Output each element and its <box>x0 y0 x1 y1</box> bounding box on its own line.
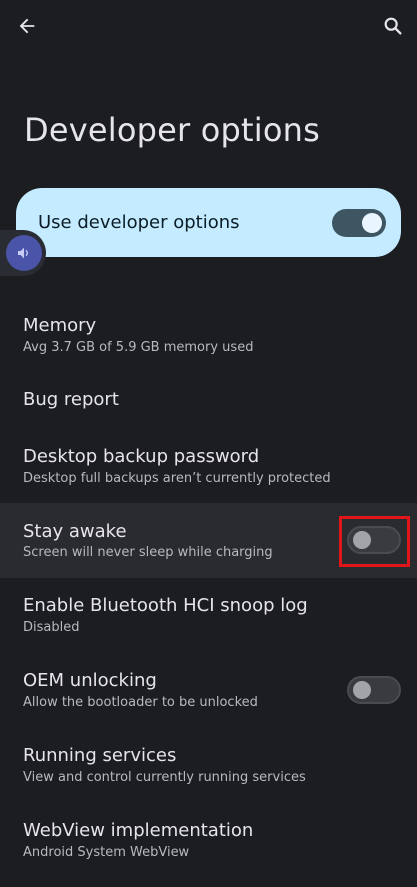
volume-panel-handle[interactable] <box>0 230 46 276</box>
desktop-backup-password-item[interactable]: Desktop backup password Desktop full bac… <box>0 437 417 512</box>
oem-unlocking-subtitle: Allow the bootloader to be unlocked <box>23 695 258 710</box>
oem-unlocking-toggle[interactable] <box>347 676 401 704</box>
use-developer-options-switch-row[interactable]: Use developer options <box>16 188 401 257</box>
use-developer-options-toggle[interactable] <box>332 209 386 237</box>
running-services-title: Running services <box>23 745 177 766</box>
annotation-highlight-box <box>339 516 410 567</box>
stay-awake-subtitle: Screen will never sleep while charging <box>23 545 273 560</box>
arrow-back-icon <box>19 18 35 34</box>
running-services-item[interactable]: Running services View and control curren… <box>0 737 417 812</box>
bluetooth-hci-snoop-log-title: Enable Bluetooth HCI snoop log <box>23 595 308 616</box>
bluetooth-hci-snoop-log-subtitle: Disabled <box>23 620 80 635</box>
volume-icon <box>18 247 28 259</box>
webview-implementation-item[interactable]: WebView implementation Android System We… <box>0 812 417 887</box>
page-title: Developer options <box>24 111 321 149</box>
oem-unlocking-item[interactable]: OEM unlocking Allow the bootloader to be… <box>0 662 417 737</box>
memory-subtitle: Avg 3.7 GB of 5.9 GB memory used <box>23 340 254 355</box>
webview-implementation-title: WebView implementation <box>23 820 254 841</box>
bug-report-title: Bug report <box>23 389 119 410</box>
running-services-subtitle: View and control currently running servi… <box>23 770 306 785</box>
search-button[interactable] <box>373 6 413 46</box>
toggle-knob <box>353 681 371 699</box>
stay-awake-title: Stay awake <box>23 521 127 542</box>
memory-title: Memory <box>23 315 97 336</box>
back-button[interactable] <box>7 6 47 46</box>
search-icon <box>384 17 402 35</box>
toggle-knob <box>362 213 382 233</box>
bug-report-item[interactable]: Bug report <box>0 362 417 437</box>
top-app-bar <box>0 0 417 56</box>
webview-implementation-subtitle: Android System WebView <box>23 845 190 860</box>
use-developer-options-label: Use developer options <box>38 212 240 233</box>
bluetooth-hci-snoop-log-item[interactable]: Enable Bluetooth HCI snoop log Disabled <box>0 587 417 662</box>
volume-button[interactable] <box>6 235 42 271</box>
oem-unlocking-title: OEM unlocking <box>23 670 157 691</box>
desktop-backup-password-subtitle: Desktop full backups aren’t currently pr… <box>23 471 331 486</box>
desktop-backup-password-title: Desktop backup password <box>23 446 260 467</box>
